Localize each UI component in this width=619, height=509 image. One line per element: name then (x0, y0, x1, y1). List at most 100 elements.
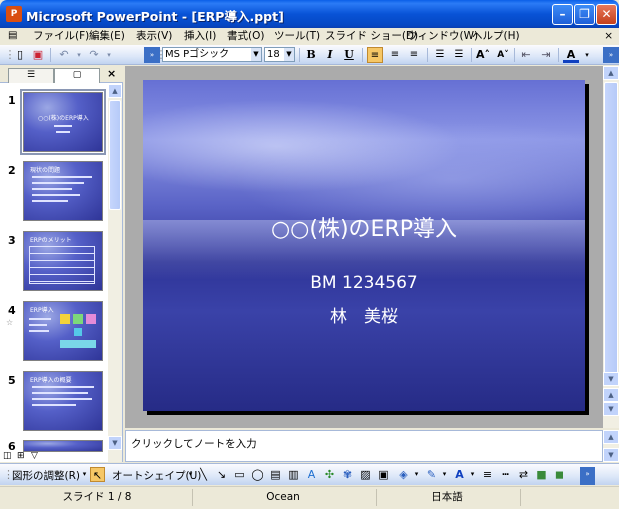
scroll-up-icon[interactable]: ▲ (603, 430, 619, 444)
chevron-down-icon[interactable]: ▾ (437, 467, 452, 482)
draw-menu[interactable]: 図形の調整(R) (12, 468, 80, 483)
arrow-icon[interactable]: ↘ (214, 467, 229, 482)
scrollbar-thumb[interactable] (604, 82, 618, 382)
chevron-down-icon[interactable]: ▼ (284, 48, 294, 61)
menu-insert[interactable]: 挿入(I) (184, 29, 216, 44)
shadow-style-icon[interactable]: ■ (534, 467, 549, 482)
next-slide-icon[interactable]: ▼ (603, 402, 619, 416)
menu-window[interactable]: ウィンドウ(W) (407, 29, 478, 44)
slide-thumbnail-2[interactable]: 現状の問題 (23, 161, 103, 221)
slide-thumbnail-3[interactable]: ERPのメリット (23, 231, 103, 291)
slide-thumbnail-1[interactable]: ○○(株)のERP導入 (20, 89, 106, 155)
slide-thumbnail-5[interactable]: ERP導入の概要 (23, 371, 103, 431)
close-button[interactable]: ✕ (596, 4, 617, 25)
document-close-button[interactable]: × (604, 29, 613, 44)
slides-tab[interactable]: ▢ (54, 68, 100, 83)
font-color-icon[interactable]: A (563, 47, 579, 63)
menu-view[interactable]: 表示(V) (136, 29, 172, 44)
menu-edit[interactable]: 編集(E) (89, 29, 125, 44)
previous-slide-icon[interactable]: ▲ (603, 388, 619, 402)
menu-file[interactable]: ファイル(F) (33, 29, 89, 44)
chevron-down-icon[interactable]: ▾ (465, 467, 480, 482)
3d-style-icon[interactable]: ◼ (552, 467, 567, 482)
bold-button[interactable]: B (303, 47, 319, 63)
new-document-icon[interactable]: ▯ (12, 47, 28, 63)
menu-format[interactable]: 書式(O) (227, 29, 264, 44)
slides-pane-scrollbar[interactable]: ▲ ▼ (108, 84, 122, 462)
scroll-up-icon[interactable]: ▲ (108, 84, 122, 98)
menu-slideshow[interactable]: スライド ショー(D) (325, 29, 418, 44)
pane-close-button[interactable]: × (107, 67, 116, 80)
grow-font-icon[interactable]: A˄ (475, 47, 491, 63)
menu-tools[interactable]: ツール(T) (274, 29, 320, 44)
scrollbar-thumb[interactable] (109, 100, 121, 210)
slideshow-view-icon[interactable]: ▽ (31, 451, 38, 461)
scroll-up-icon[interactable]: ▲ (603, 66, 619, 80)
redo-dropdown-icon[interactable]: ▾ (101, 47, 117, 63)
oval-icon[interactable]: ◯ (250, 467, 265, 482)
font-name-combo[interactable]: MS Pゴシック ▼ (162, 47, 262, 62)
thumb-shape (60, 340, 96, 348)
bullets-icon[interactable]: ☰ (451, 47, 467, 63)
numbering-icon[interactable]: ☰ (432, 47, 448, 63)
insert-picture-icon[interactable]: ▣ (376, 467, 391, 482)
font-size-combo[interactable]: 18 ▼ (264, 47, 295, 62)
vertical-textbox-icon[interactable]: ▥ (286, 467, 301, 482)
picture-icon[interactable]: ▨ (358, 467, 373, 482)
textbox-icon[interactable]: ▤ (268, 467, 283, 482)
normal-view-icon[interactable]: ◫ (3, 451, 12, 461)
animation-icon[interactable]: ☆ (6, 318, 13, 327)
toolbar-options-icon[interactable]: » (603, 47, 619, 63)
slide-subtitle-line-2[interactable]: 林 美桜 (143, 302, 585, 327)
dash-style-icon[interactable]: ┅ (498, 467, 513, 482)
line-icon[interactable]: ╲ (196, 467, 211, 482)
align-center-icon[interactable]: ≡ (387, 47, 403, 63)
scroll-down-icon[interactable]: ▼ (603, 372, 619, 386)
status-design-template: Ocean (192, 489, 373, 506)
underline-button[interactable]: U (341, 47, 357, 63)
notes-scrollbar[interactable]: ▲ ▼ (603, 430, 619, 462)
restore-button[interactable]: ❐ (574, 4, 595, 25)
open-icon[interactable]: ▣ (30, 47, 46, 63)
clipart-icon[interactable]: ✾ (340, 467, 355, 482)
slide-thumbnail-4[interactable]: ERP導入 (23, 301, 103, 361)
document-icon[interactable]: ▤ (8, 30, 17, 41)
arrow-style-icon[interactable]: ⇄ (516, 467, 531, 482)
outline-tab[interactable]: ☰ (8, 68, 54, 83)
rectangle-icon[interactable]: ▭ (232, 467, 247, 482)
slide-scrollbar[interactable]: ▲ ▼ ▲ ▼ (603, 66, 619, 428)
toolbar-options-icon[interactable]: » (580, 467, 595, 485)
scroll-down-icon[interactable]: ▼ (603, 448, 619, 462)
chevron-down-icon[interactable]: ▾ (409, 467, 424, 482)
slide-title[interactable]: ○○(株)のERP導入 (143, 211, 585, 243)
status-slide-position: スライド 1 / 8 (62, 491, 132, 503)
chevron-down-icon[interactable]: ▼ (251, 48, 261, 61)
current-slide[interactable]: ○○(株)のERP導入 BM 1234567 林 美桜 (143, 80, 585, 411)
powerpoint-icon[interactable]: P (6, 6, 22, 22)
menu-help[interactable]: ヘルプ(H) (472, 29, 520, 44)
undo-dropdown-icon[interactable]: ▾ (71, 47, 87, 63)
diagram-icon[interactable]: ✣ (322, 467, 337, 482)
redo-icon[interactable]: ↷ (86, 47, 102, 63)
minimize-button[interactable]: – (552, 4, 573, 25)
title-bar[interactable]: P Microsoft PowerPoint - [ERP導入.ppt] – ❐… (0, 0, 619, 28)
select-objects-icon[interactable]: ↖ (90, 467, 105, 482)
increase-indent-icon[interactable]: ⇥ (538, 47, 554, 63)
slide-sorter-icon[interactable]: ⊞ (17, 451, 25, 461)
outline-tab-icon: ☰ (26, 70, 36, 80)
italic-button[interactable]: I (322, 47, 338, 63)
notes-placeholder[interactable]: クリックしてノートを入力 (131, 436, 257, 451)
notes-pane[interactable]: クリックしてノートを入力 (125, 430, 603, 462)
align-right-icon[interactable]: ≡ (406, 47, 422, 63)
line-style-icon[interactable]: ≡ (480, 467, 495, 482)
status-bar: スライド 1 / 8 Ocean 日本語 (0, 486, 619, 509)
align-left-icon[interactable]: ≡ (367, 47, 383, 63)
font-color-dropdown-icon[interactable]: ▾ (579, 47, 595, 63)
undo-icon[interactable]: ↶ (56, 47, 72, 63)
wordart-icon[interactable]: A (304, 467, 319, 482)
shrink-font-icon[interactable]: A˅ (495, 47, 511, 63)
thumb-title: ERPのメリット (30, 237, 72, 244)
slide-subtitle-line-1[interactable]: BM 1234567 (143, 273, 585, 293)
scroll-down-icon[interactable]: ▼ (108, 436, 122, 450)
decrease-indent-icon[interactable]: ⇤ (518, 47, 534, 63)
